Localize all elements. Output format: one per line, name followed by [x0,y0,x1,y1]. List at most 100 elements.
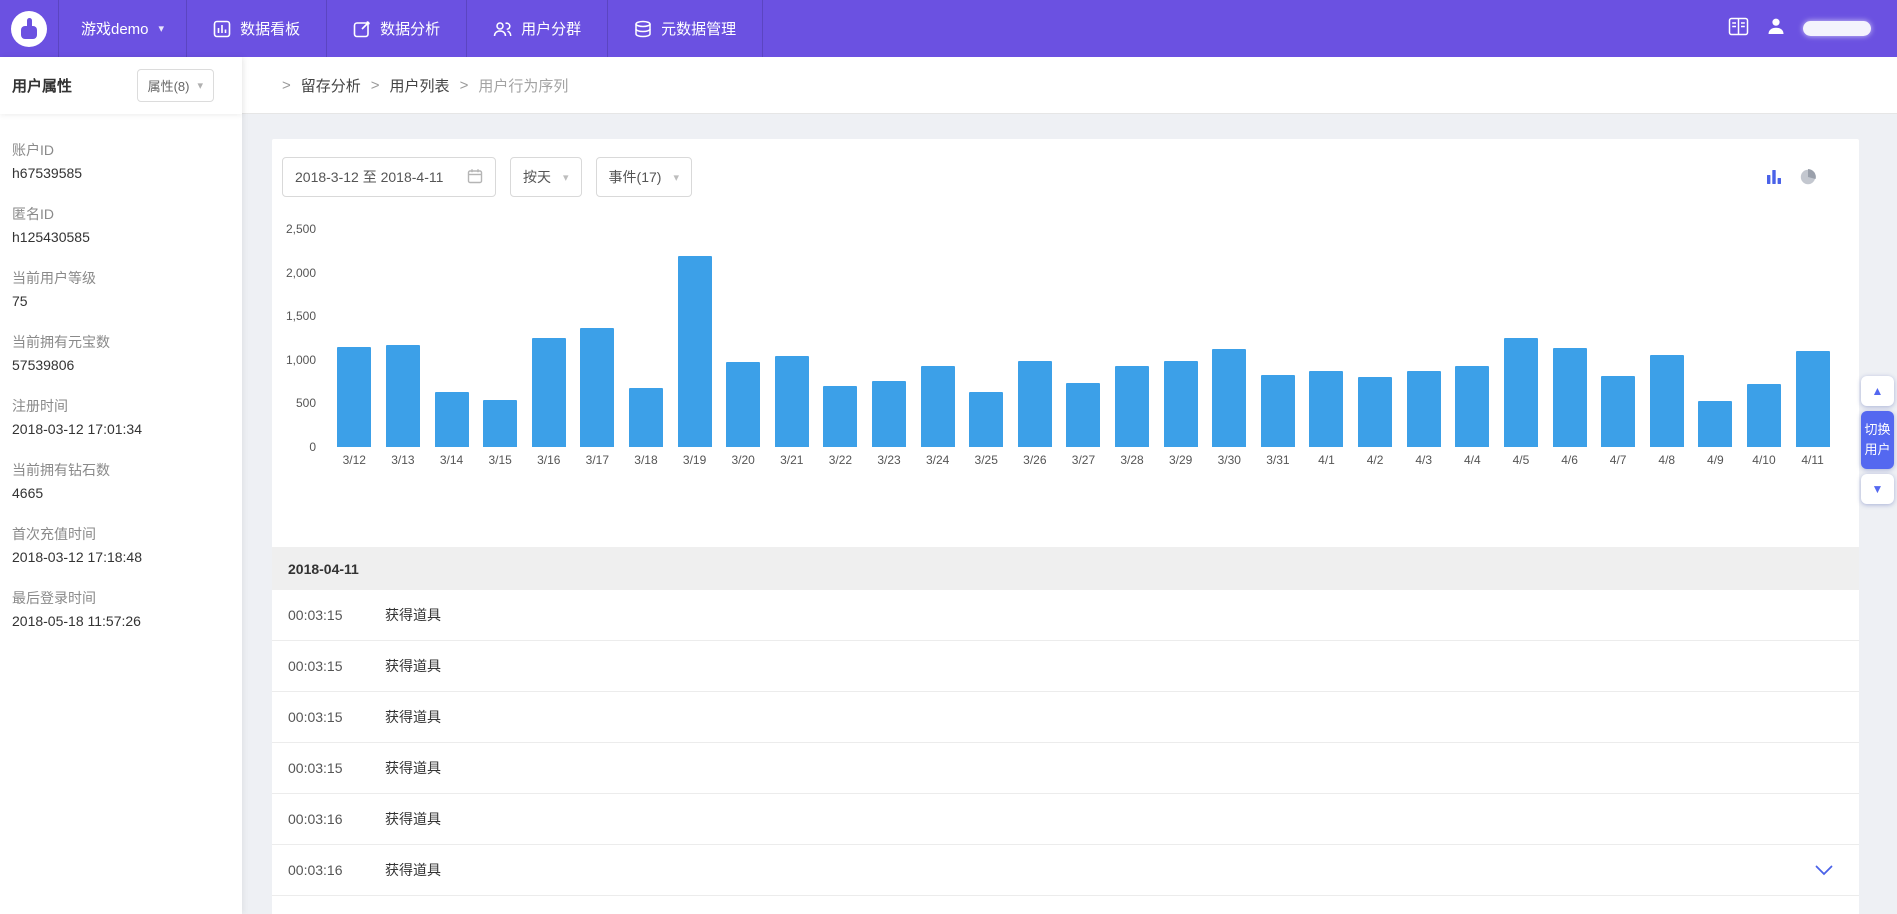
event-row[interactable]: 00:03:15 获得道具 [272,590,1859,641]
chart-bar[interactable] [767,229,816,447]
chart-bar[interactable] [1788,229,1837,447]
chart-bar[interactable] [1497,229,1546,447]
x-axis-label: 3/18 [622,453,671,467]
chart-bar[interactable] [1011,229,1060,447]
chevron-down-icon: ▾ [673,171,679,184]
chart-bar[interactable] [476,229,525,447]
event-filter-value: 事件(17) [609,167,662,187]
pie-chart-icon[interactable] [1799,168,1817,186]
event-row[interactable]: 00:03:15 获得道具 [272,743,1859,794]
chart-bar[interactable] [1156,229,1205,447]
chart-bar[interactable] [1545,229,1594,447]
chart-bar[interactable] [865,229,914,447]
event-row[interactable]: 00:03:15 获得道具 [272,641,1859,692]
nav-item-dashboard[interactable]: 数据看板 [187,0,327,57]
granularity-select[interactable]: 按天 ▾ [510,157,582,197]
date-range-value: 2018-3-12 至 2018-4-11 [295,167,443,187]
sidebar-header: 用户属性 属性(8) ▾ [0,57,242,114]
chart-bar[interactable] [913,229,962,447]
chart-bar[interactable] [1740,229,1789,447]
breadcrumb: > 留存分析 > 用户列表 > 用户行为序列 [242,57,1897,114]
chart-bar[interactable] [427,229,476,447]
chart-bar[interactable] [1399,229,1448,447]
x-axis-label: 3/29 [1156,453,1205,467]
nav-item-label: 数据分析 [380,18,440,39]
chart-bar[interactable] [1642,229,1691,447]
event-name: 获得道具 [385,809,441,829]
property-label: 当前拥有元宝数 [12,332,230,352]
event-filter-select[interactable]: 事件(17) ▾ [596,157,692,197]
property-item: 匿名ID h125430585 [12,204,230,245]
x-axis-label: 4/1 [1302,453,1351,467]
bar-chart-icon[interactable] [1765,168,1783,186]
chart-x-labels: 3/123/133/143/153/163/173/183/193/203/21… [330,453,1837,467]
chart-bar[interactable] [1691,229,1740,447]
date-range-picker[interactable]: 2018-3-12 至 2018-4-11 [282,157,496,197]
chevron-down-icon: ▾ [159,22,165,35]
granularity-value: 按天 [523,167,551,187]
chart-bar[interactable] [573,229,622,447]
event-time: 00:03:15 [288,760,385,776]
breadcrumb-item[interactable]: > 用户行为序列 [450,75,569,96]
y-axis-label: 2,500 [286,222,316,236]
sidebar-title: 用户属性 [12,75,72,96]
chevron-down-icon: ▾ [563,171,569,184]
nav-item-metadata[interactable]: 元数据管理 [608,0,763,57]
chart-bar[interactable] [1108,229,1157,447]
x-axis-label: 3/14 [427,453,476,467]
chart-bar[interactable] [1254,229,1303,447]
user-properties-sidebar: 用户属性 属性(8) ▾ 账户ID h67539585 匿名ID h125430… [0,57,242,914]
chart-bar[interactable] [1059,229,1108,447]
y-axis-label: 1,000 [286,353,316,367]
chart-bar[interactable] [1351,229,1400,447]
x-axis-label: 3/23 [865,453,914,467]
chart-bar[interactable] [670,229,719,447]
chart-toolbar: 2018-3-12 至 2018-4-11 按天 ▾ [272,139,1859,197]
chart-bar[interactable] [524,229,573,447]
manual-icon[interactable] [1728,17,1749,41]
x-axis-label: 4/10 [1740,453,1789,467]
chart-bar[interactable] [1302,229,1351,447]
chart-bar[interactable] [719,229,768,447]
breadcrumb-label: 用户行为序列 [478,75,568,96]
x-axis-label: 4/8 [1642,453,1691,467]
x-axis-label: 3/24 [913,453,962,467]
chart-bar[interactable] [816,229,865,447]
event-list: 2018-04-11 00:03:15 获得道具 00:03:15 获得道具 [272,547,1859,896]
username-redacted[interactable] [1803,21,1871,36]
chart-bar[interactable] [1205,229,1254,447]
nav-item-analysis[interactable]: 数据分析 [327,0,467,57]
breadcrumb-item[interactable]: > 用户列表 [361,75,450,96]
x-axis-label: 3/30 [1205,453,1254,467]
nav-item-label: 数据看板 [240,18,300,39]
expand-chevron-icon[interactable] [1815,863,1833,881]
property-value: 57539806 [12,357,230,373]
event-row[interactable]: 00:03:15 获得道具 [272,692,1859,743]
y-axis-label: 500 [296,396,316,410]
chart-bar[interactable] [379,229,428,447]
chart-bar[interactable] [962,229,1011,447]
user-avatar-icon[interactable] [1767,17,1785,40]
breadcrumb-item[interactable]: > 留存分析 [272,75,361,96]
x-axis-label: 4/4 [1448,453,1497,467]
property-label: 最后登录时间 [12,588,230,608]
event-time: 00:03:16 [288,862,385,878]
project-selector[interactable]: 游戏demo ▾ [58,0,187,57]
event-row[interactable]: 00:03:16 获得道具 [272,845,1859,896]
project-name: 游戏demo [81,18,149,39]
event-time: 00:03:16 [288,811,385,827]
date-header-label: 2018-04-11 [288,561,359,577]
x-axis-label: 4/5 [1497,453,1546,467]
chart-bar[interactable] [330,229,379,447]
behavior-sequence-card: 2018-3-12 至 2018-4-11 按天 ▾ [272,139,1859,914]
attributes-dropdown[interactable]: 属性(8) ▾ [137,69,214,102]
chart-bar[interactable] [1594,229,1643,447]
nav-item-user-segments[interactable]: 用户分群 [467,0,608,57]
previous-user-button[interactable]: ▲ [1861,376,1894,406]
app-logo[interactable] [0,0,58,57]
chart-bar[interactable] [1448,229,1497,447]
chart-bar[interactable] [622,229,671,447]
next-user-button[interactable]: ▼ [1861,474,1894,504]
property-label: 首次充值时间 [12,524,230,544]
event-row[interactable]: 00:03:16 获得道具 [272,794,1859,845]
